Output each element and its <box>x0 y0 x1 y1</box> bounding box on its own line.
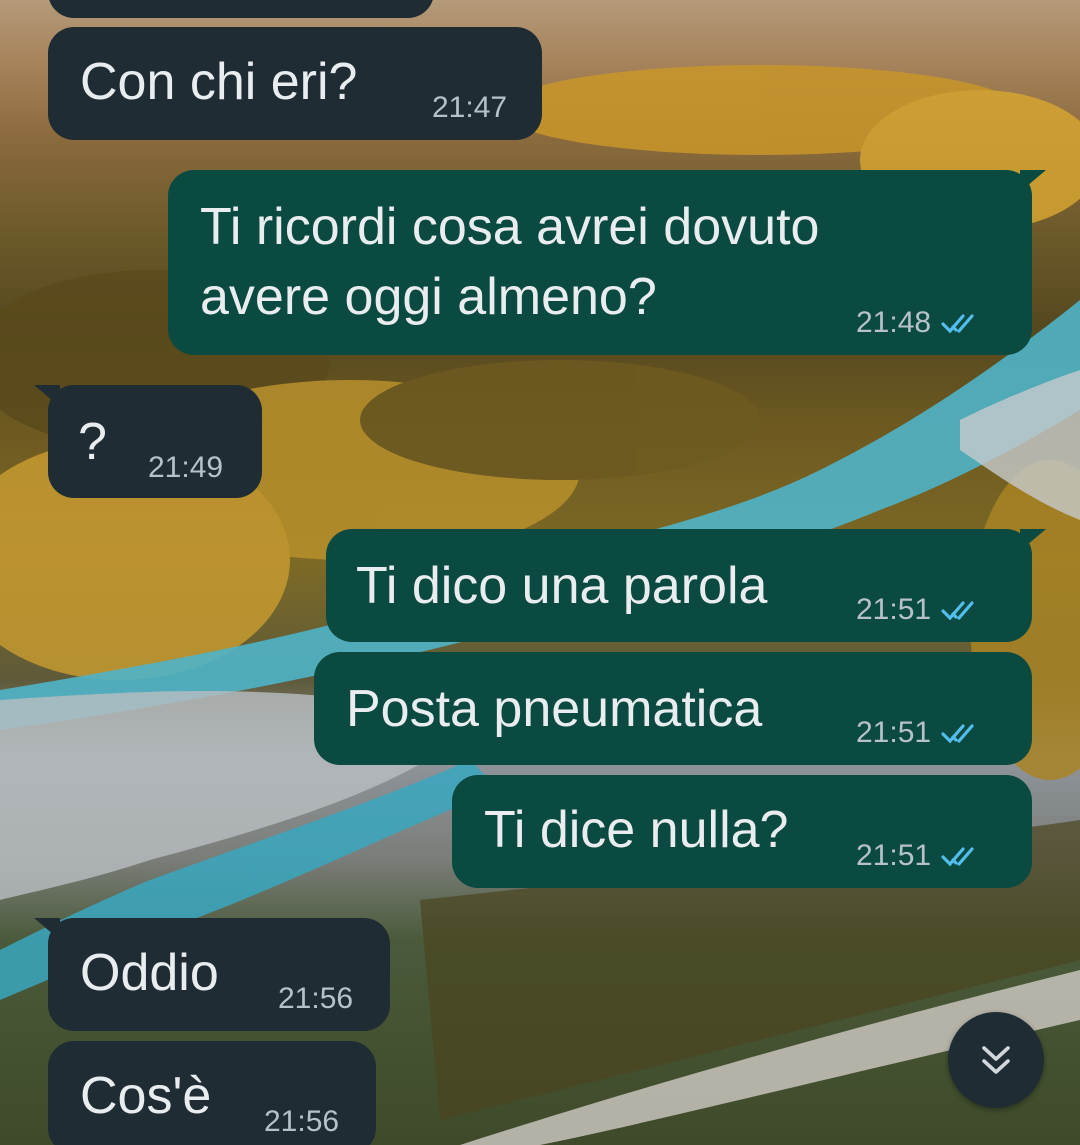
read-double-check-icon <box>941 847 974 867</box>
message-bubble-incoming[interactable]: Oddio 21:56 <box>34 918 390 1031</box>
message-text: Oddio <box>80 944 219 1002</box>
message-bubble-incoming[interactable]: Con chi eri? 21:47 <box>48 27 542 140</box>
read-double-check-icon <box>941 724 974 744</box>
message-bubble-outgoing[interactable]: Ti dice nulla? 21:51 <box>452 775 1032 888</box>
message-text: Ti dice nulla? <box>484 801 789 859</box>
message-bubble-outgoing[interactable]: Ti ricordi cosa avrei dovuto avere oggi … <box>168 170 1046 355</box>
message-bubble-incoming[interactable]: ? 21:49 <box>34 385 262 498</box>
message-bubble-incoming[interactable]: Cos'è 21:56 <box>48 1041 376 1145</box>
message-timestamp: 21:49 <box>148 451 224 484</box>
message-text-line-2: avere oggi almeno? <box>200 268 657 326</box>
scroll-to-bottom-button[interactable] <box>948 1012 1044 1108</box>
message-text-line-1: Ti ricordi cosa avrei dovuto <box>200 198 820 256</box>
message-text: Ti dico una parola <box>356 557 768 615</box>
message-timestamp: 21:51 <box>856 716 985 750</box>
message-timestamp: 21:56 <box>264 1105 340 1138</box>
bubble-tail-icon <box>1020 170 1046 192</box>
bubble-tail-icon <box>34 918 60 940</box>
message-timestamp: 21:51 <box>856 593 985 627</box>
message-bubble-partial[interactable] <box>48 0 434 18</box>
message-timestamp: 21:56 <box>278 982 354 1015</box>
message-timestamp: 21:47 <box>432 91 508 124</box>
message-bubble-outgoing[interactable]: Posta pneumatica 21:51 <box>314 652 1032 765</box>
message-timestamp: 21:51 <box>856 839 985 873</box>
message-text: Posta pneumatica <box>346 680 763 738</box>
double-chevron-down-icon <box>982 1046 1010 1074</box>
message-text: Con chi eri? <box>80 53 358 111</box>
bubble-tail-icon <box>1020 529 1046 551</box>
read-double-check-icon <box>941 601 974 621</box>
read-double-check-icon <box>941 314 974 334</box>
message-text: Cos'è <box>80 1067 212 1125</box>
message-text: ? <box>78 413 107 471</box>
message-bubble-outgoing[interactable]: Ti dico una parola 21:51 <box>326 529 1046 642</box>
message-timestamp: 21:48 <box>856 306 985 340</box>
bubble-tail-icon <box>34 385 60 407</box>
